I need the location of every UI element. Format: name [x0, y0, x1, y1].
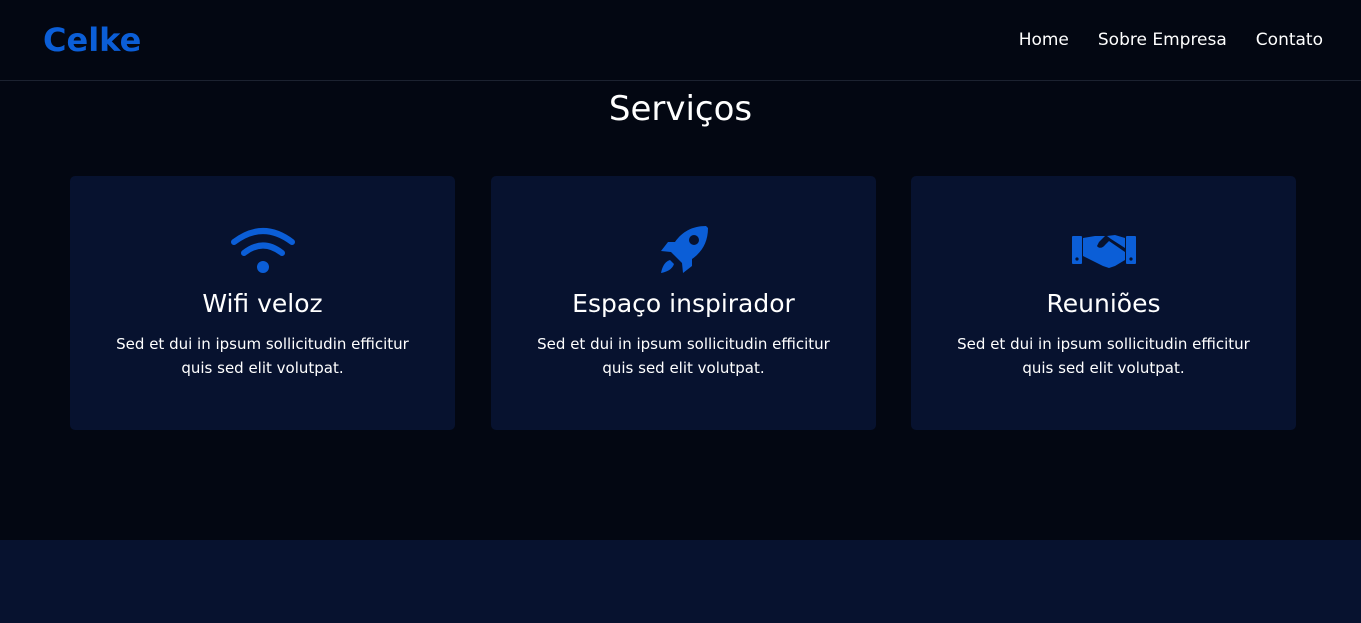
nav-link-contato[interactable]: Contato: [1256, 30, 1323, 50]
brand-logo[interactable]: Celke: [43, 21, 141, 59]
card-title: Reuniões: [1046, 289, 1161, 318]
card-title: Espaço inspirador: [572, 289, 795, 318]
service-card-wifi: Wifi veloz Sed et dui in ipsum sollicitu…: [70, 176, 455, 430]
nav-item-contato: Contato: [1256, 30, 1323, 50]
nav-link-sobre-empresa[interactable]: Sobre Empresa: [1098, 30, 1227, 50]
section-title: Serviços: [608, 89, 753, 129]
card-title: Wifi veloz: [202, 289, 323, 318]
service-card-reunioes: Reuniões Sed et dui in ipsum sollicitudi…: [911, 176, 1296, 430]
nav-list: Home Sobre Empresa Contato: [1019, 30, 1323, 50]
handshake-icon: [911, 223, 1296, 277]
card-text: Sed et dui in ipsum sollicitudin efficit…: [537, 335, 830, 377]
navbar: Celke Home Sobre Empresa Contato: [0, 0, 1361, 81]
services-section: Serviços Wifi veloz Sed et dui in ipsum …: [0, 81, 1361, 540]
footer: [0, 540, 1361, 623]
nav-link-home[interactable]: Home: [1019, 30, 1069, 50]
service-card-espaco: Espaço inspirador Sed et dui in ipsum so…: [491, 176, 876, 430]
rocket-icon: [491, 223, 876, 277]
card-text: Sed et dui in ipsum sollicitudin efficit…: [116, 335, 409, 377]
nav-item-sobre-empresa: Sobre Empresa: [1098, 30, 1227, 50]
wifi-icon: [70, 223, 455, 277]
card-text: Sed et dui in ipsum sollicitudin efficit…: [957, 335, 1250, 377]
main-nav: Home Sobre Empresa Contato: [1019, 30, 1323, 50]
nav-item-home: Home: [1019, 30, 1069, 50]
